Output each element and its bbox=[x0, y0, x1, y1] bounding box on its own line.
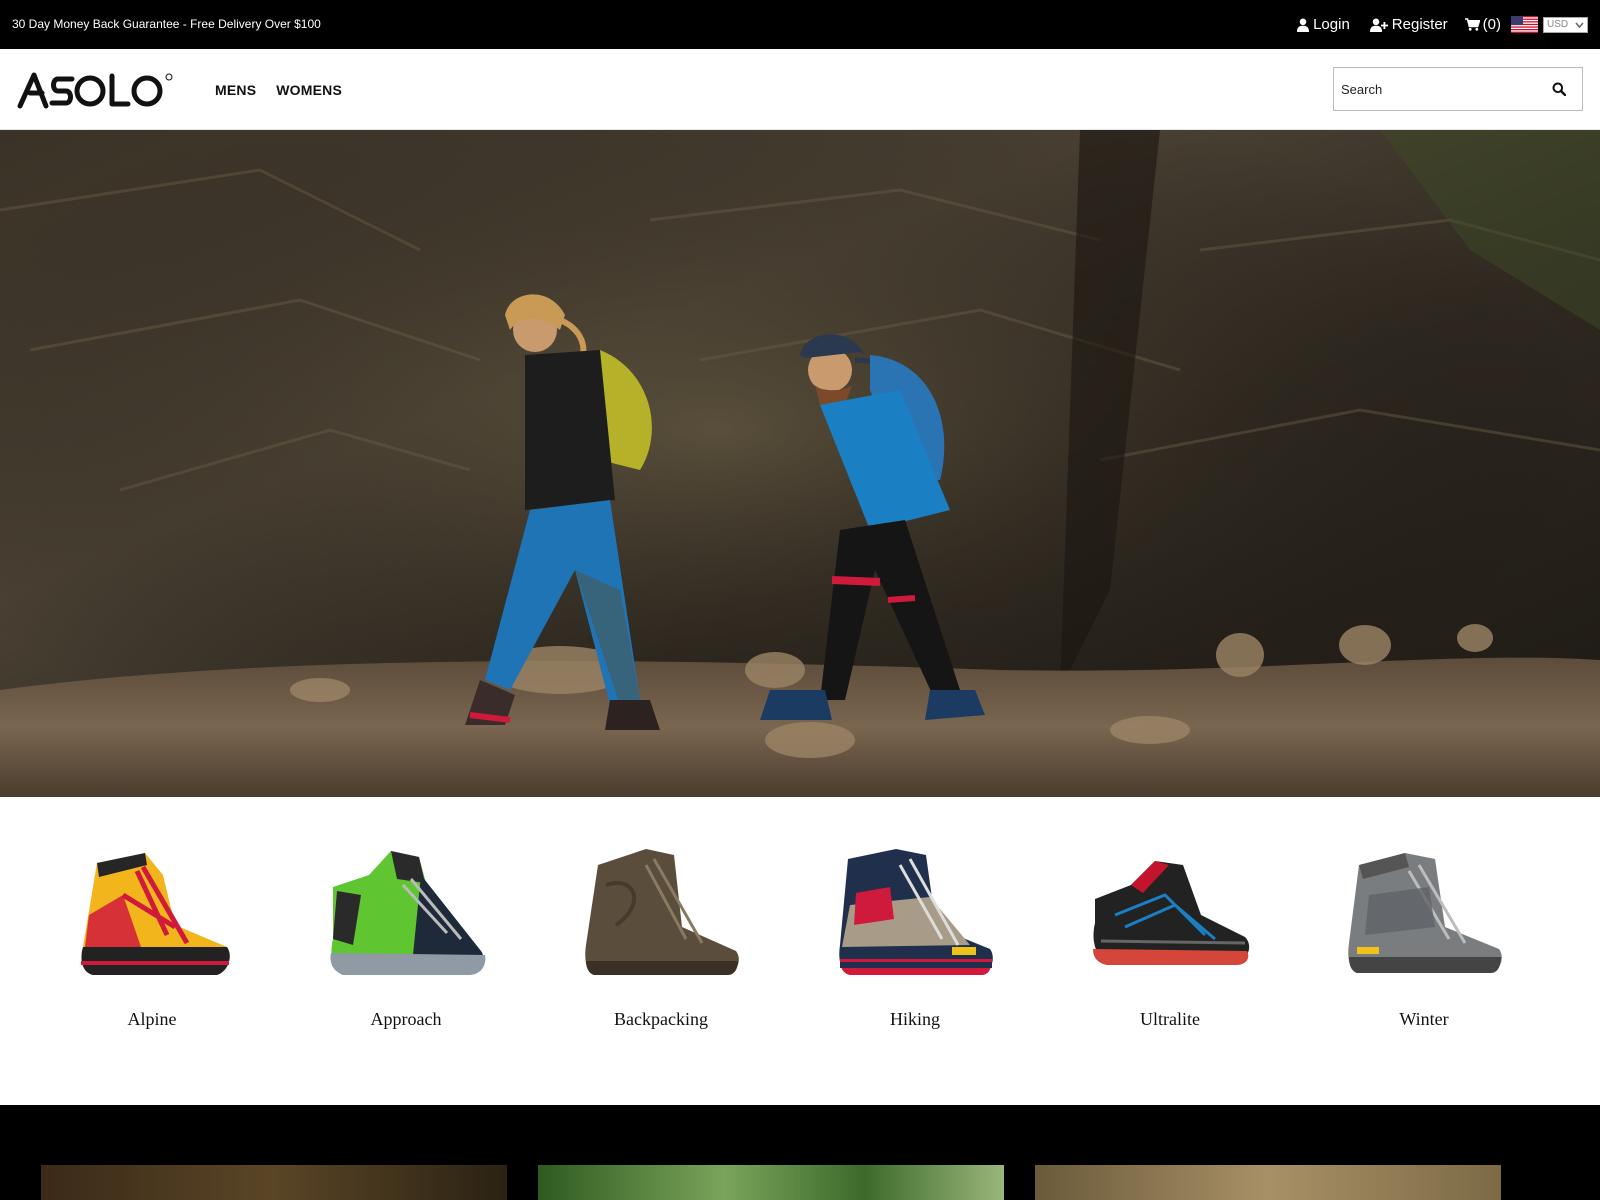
us-flag-icon[interactable] bbox=[1511, 16, 1543, 33]
register-label: Register bbox=[1391, 16, 1448, 33]
category-hiking[interactable]: Hiking bbox=[810, 835, 1020, 1029]
search-input[interactable] bbox=[1334, 69, 1534, 109]
main-nav: MENS WOMENS bbox=[215, 49, 342, 130]
featured-tile-image[interactable] bbox=[41, 1165, 507, 1200]
category-winter[interactable]: Winter bbox=[1319, 835, 1529, 1029]
featured-section bbox=[0, 1105, 1600, 1200]
search-box bbox=[1333, 67, 1583, 111]
category-label: Ultralite bbox=[1140, 1009, 1200, 1029]
category-ultralite[interactable]: Ultralite bbox=[1065, 835, 1275, 1029]
login-link[interactable]: Login bbox=[1297, 16, 1350, 33]
approach-shoe-icon bbox=[301, 835, 511, 985]
hiking-boot-icon bbox=[810, 835, 1020, 985]
register-link[interactable]: Register bbox=[1369, 16, 1448, 33]
featured-tile-image[interactable] bbox=[538, 1165, 1004, 1200]
ultralite-shoe-icon bbox=[1065, 835, 1275, 985]
asolo-logo[interactable] bbox=[16, 69, 176, 111]
announcement-bar: 30 Day Money Back Guarantee - Free Deliv… bbox=[0, 0, 1600, 49]
category-alpine[interactable]: Alpine bbox=[47, 835, 257, 1029]
category-label: Winter bbox=[1399, 1009, 1449, 1029]
cart-icon bbox=[1464, 18, 1483, 31]
promo-text: 30 Day Money Back Guarantee - Free Deliv… bbox=[12, 17, 321, 31]
category-grid: Alpine Approach Backpacking Hiking Ultra… bbox=[0, 797, 1600, 1105]
cart-link[interactable]: (0) bbox=[1464, 16, 1501, 33]
chevron-down-icon bbox=[1575, 21, 1584, 32]
alpine-boot-icon bbox=[47, 835, 257, 985]
category-label: Backpacking bbox=[614, 1009, 708, 1029]
backpacking-boot-icon bbox=[556, 835, 766, 985]
login-label: Login bbox=[1313, 16, 1350, 33]
cart-count: (0) bbox=[1482, 16, 1501, 33]
featured-tile-image[interactable] bbox=[1035, 1165, 1501, 1200]
user-icon bbox=[1297, 18, 1313, 32]
user-plus-icon bbox=[1369, 18, 1392, 32]
category-approach[interactable]: Approach bbox=[301, 835, 511, 1029]
nav-item-womens[interactable]: WOMENS bbox=[276, 82, 342, 98]
account-links: Login Register (0) USD bbox=[1297, 0, 1588, 49]
category-label: Alpine bbox=[127, 1009, 177, 1029]
category-label: Hiking bbox=[889, 1009, 940, 1029]
hero-banner-image[interactable] bbox=[0, 130, 1600, 797]
currency-value: USD bbox=[1547, 19, 1569, 30]
nav-item-mens[interactable]: MENS bbox=[215, 82, 256, 98]
currency-select[interactable]: USD bbox=[1543, 16, 1588, 33]
category-label: Approach bbox=[370, 1009, 442, 1029]
search-icon[interactable] bbox=[1552, 82, 1567, 101]
site-header: MENS WOMENS bbox=[0, 49, 1600, 130]
category-backpacking[interactable]: Backpacking bbox=[556, 835, 766, 1029]
winter-boot-icon bbox=[1319, 835, 1529, 985]
